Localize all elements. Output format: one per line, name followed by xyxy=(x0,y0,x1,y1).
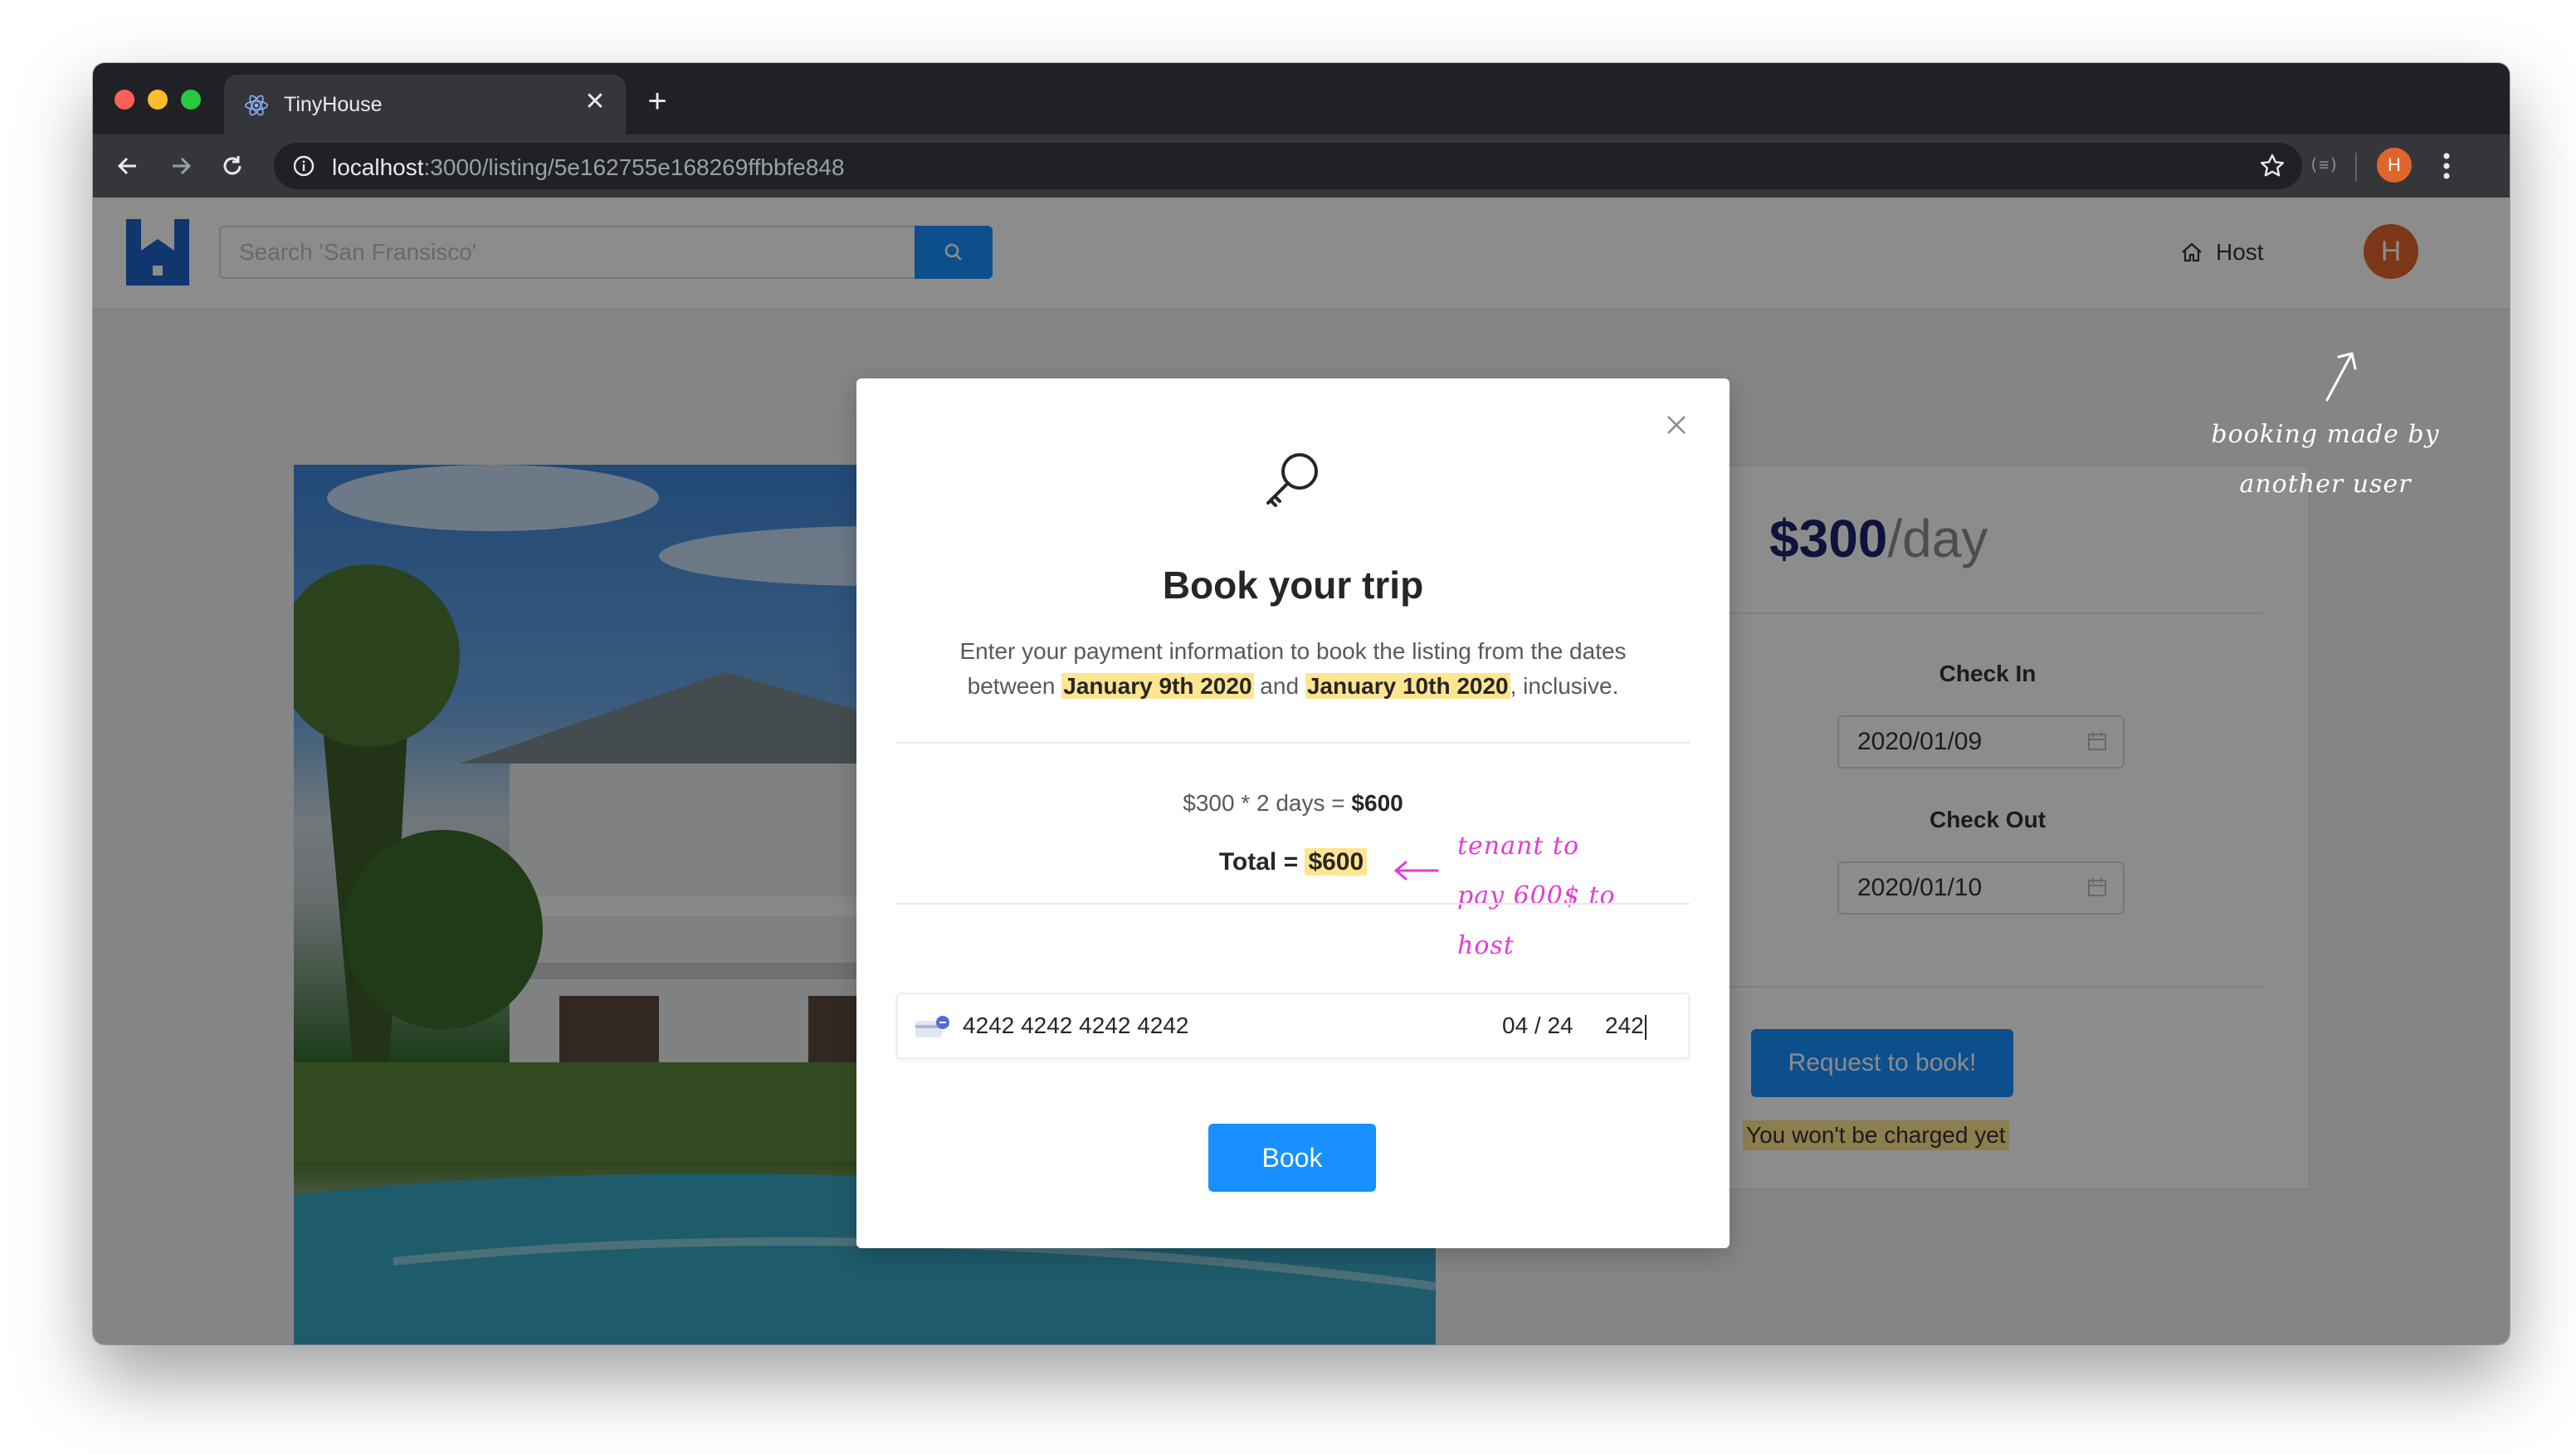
book-trip-modal: Book your trip Enter your payment inform… xyxy=(856,378,1730,1248)
desc-end: , inclusive. xyxy=(1510,673,1619,699)
tab-title: TinyHouse xyxy=(284,93,383,116)
toolbar-divider xyxy=(2355,153,2357,181)
back-arrow-icon xyxy=(117,157,136,175)
info-icon[interactable] xyxy=(292,154,315,178)
url-host: localhost xyxy=(332,154,424,180)
calc-result: $600 xyxy=(1351,790,1403,816)
total-value: $600 xyxy=(1305,848,1368,876)
address-bar[interactable]: localhost:3000/listing/5e162755e168269ff… xyxy=(274,143,2302,189)
price-calculation: $300 * 2 days = $600 xyxy=(856,790,1730,817)
page-viewport: Host H $300/day xyxy=(93,198,2510,1344)
url-text[interactable]: localhost:3000/listing/5e162755e168269ff… xyxy=(332,154,845,181)
annotation-booking-note: booking made by another user xyxy=(2211,420,2440,499)
card-cvc-input[interactable]: 242 xyxy=(1605,1012,1647,1040)
book-button[interactable]: Book xyxy=(1208,1124,1376,1192)
react-icon xyxy=(245,95,268,116)
card-number-input[interactable]: 4242 4242 4242 4242 xyxy=(963,1012,1189,1039)
tab-strip: TinyHouse ✕ + xyxy=(93,63,2510,134)
key-icon xyxy=(1266,453,1318,507)
profile-avatar[interactable]: H xyxy=(2377,148,2412,183)
tab-close-icon[interactable]: ✕ xyxy=(581,88,609,116)
reload-icon xyxy=(223,156,242,175)
browser-toolbar: localhost:3000/listing/5e162755e168269ff… xyxy=(93,134,2510,198)
new-tab-button[interactable]: + xyxy=(641,85,674,120)
calc-prefix: $300 * 2 days = xyxy=(1183,790,1352,816)
more-menu-icon[interactable] xyxy=(2438,148,2455,184)
minimize-window-button[interactable] xyxy=(148,90,168,110)
tab-tinyhouse[interactable]: TinyHouse ✕ xyxy=(224,75,626,134)
card-cvc-value: 242 xyxy=(1605,1012,1644,1038)
annotation-pink-arrow-icon xyxy=(1394,861,1439,881)
card-expiry-input[interactable]: 04 / 24 xyxy=(1502,1012,1573,1039)
forward-button[interactable] xyxy=(164,149,198,183)
url-path: :3000/listing/5e162755e168269ffbbfe848 xyxy=(423,154,845,180)
close-window-button[interactable] xyxy=(115,90,134,110)
card-input[interactable]: 4242 4242 4242 4242 04 / 24 242 xyxy=(896,993,1690,1059)
credit-card-icon xyxy=(915,1016,949,1037)
extension-icon[interactable]: (≡) xyxy=(2309,154,2339,174)
total-label: Total = xyxy=(1218,848,1305,876)
close-icon[interactable] xyxy=(1660,408,1693,442)
modal-description: Enter your payment information to book t… xyxy=(923,634,1663,704)
bookmark-star-icon[interactable] xyxy=(2259,153,2286,179)
text-caret xyxy=(1644,1014,1647,1040)
back-button[interactable] xyxy=(111,149,144,183)
modal-divider xyxy=(896,742,1690,744)
maximize-window-button[interactable] xyxy=(181,90,201,110)
browser-window: TinyHouse ✕ + localhost:3000/listing/5e1… xyxy=(93,63,2510,1344)
annotation-tenant-note: tenant to pay 600$ to host xyxy=(1457,832,1616,960)
modal-title: Book your trip xyxy=(1162,564,1424,607)
forward-arrow-icon xyxy=(173,157,192,175)
desc-and: and xyxy=(1253,673,1305,699)
reload-button[interactable] xyxy=(216,149,249,183)
date-start-highlight: January 9th 2020 xyxy=(1061,673,1254,699)
date-end-highlight: January 10th 2020 xyxy=(1305,673,1510,699)
annotation-arrow-icon xyxy=(2325,352,2357,402)
modal-divider xyxy=(896,903,1690,905)
